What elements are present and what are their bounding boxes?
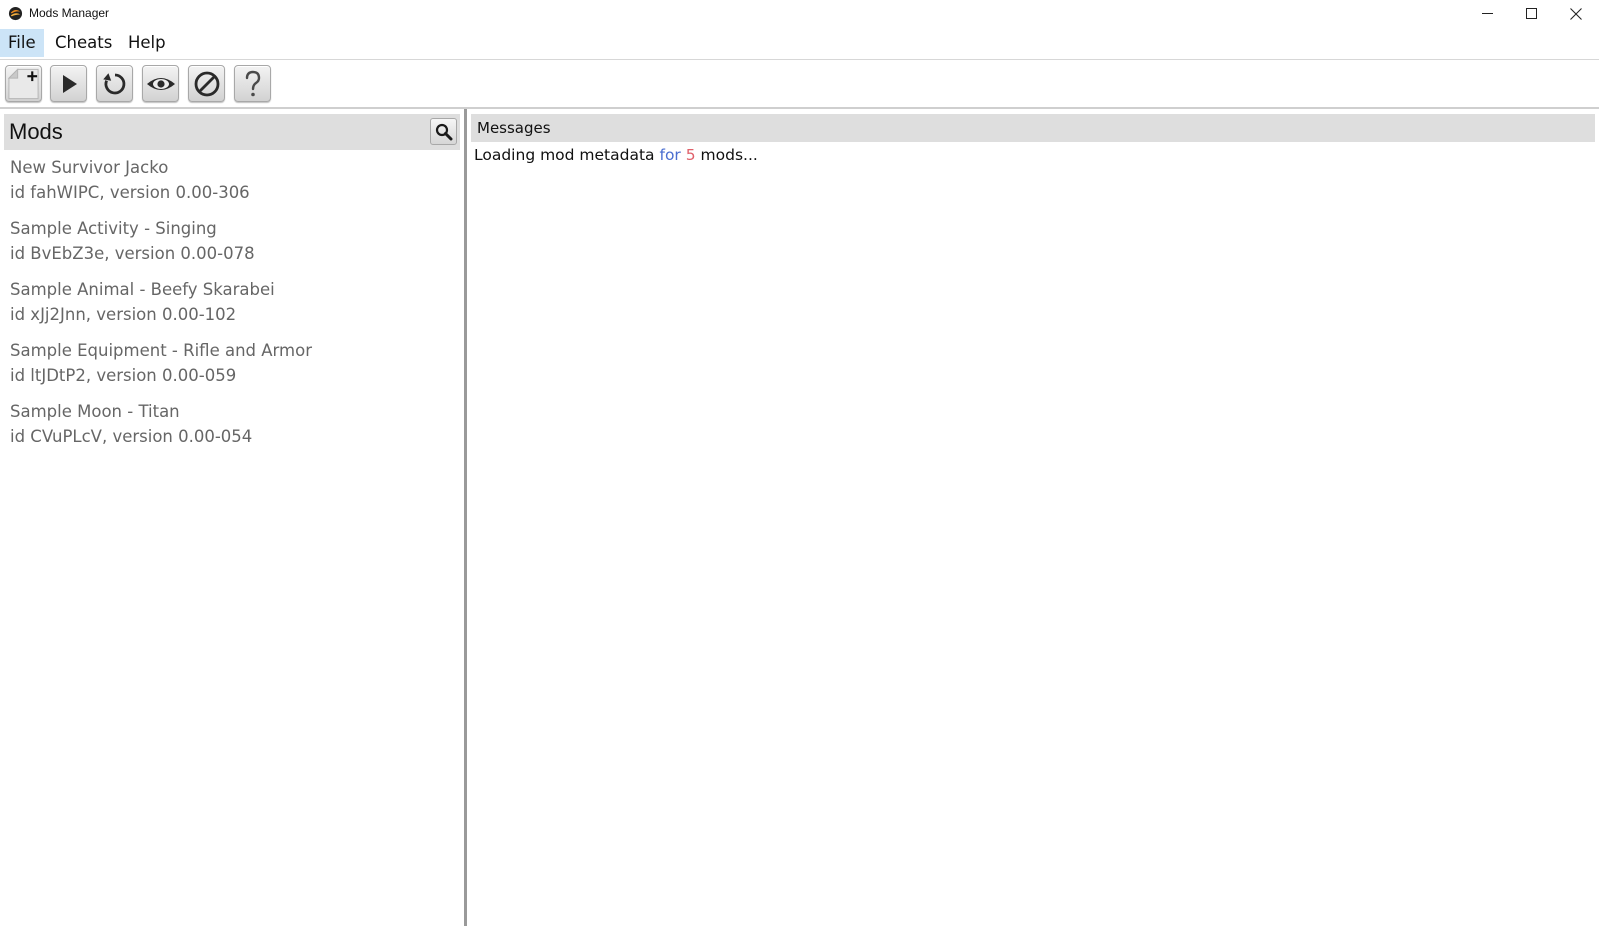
message-text-end: mods... xyxy=(695,146,758,164)
maximize-icon xyxy=(1525,8,1537,19)
eye-icon xyxy=(146,77,175,90)
mod-list-item[interactable]: New Survivor Jacko id fahWIPC, version 0… xyxy=(10,156,450,217)
mod-details: id CVuPLcV, version 0.00-054 xyxy=(10,426,253,446)
mod-list-item[interactable]: Sample Animal - Beefy Skarabei id xJj2Jn… xyxy=(10,278,450,339)
minimize-icon xyxy=(1481,13,1493,14)
messages-panel: Messages Loading mod metadata for 5 mods… xyxy=(467,109,1599,926)
menu-cheats[interactable]: Cheats xyxy=(47,29,120,57)
message-line: Loading mod metadata for 5 mods... xyxy=(474,145,758,165)
mods-panel: Mods New Survivor Jacko id fahWIPC, vers… xyxy=(0,109,464,926)
help-button[interactable] xyxy=(234,65,271,102)
reload-icon xyxy=(102,72,125,94)
message-count: 5 xyxy=(685,146,696,164)
mod-name: Sample Equipment - Rifle and Armor xyxy=(10,341,312,360)
mod-details: id fahWIPC, version 0.00-306 xyxy=(10,182,250,202)
mods-title: Mods xyxy=(9,119,63,144)
messages-header: Messages xyxy=(471,114,1595,142)
mod-name: Sample Moon - Titan xyxy=(10,402,180,421)
close-button[interactable] xyxy=(1553,0,1599,27)
maximize-button[interactable] xyxy=(1508,0,1554,27)
mod-list-item[interactable]: Sample Moon - Titan id CVuPLcV, version … xyxy=(10,400,450,461)
menu-file[interactable]: File xyxy=(0,29,44,57)
title-bar: Mods Manager xyxy=(0,0,1599,27)
mod-name: Sample Animal - Beefy Skarabei xyxy=(10,280,275,299)
app-logo-icon xyxy=(8,6,23,21)
mod-name: Sample Activity - Singing xyxy=(10,219,217,238)
close-icon xyxy=(1570,7,1582,20)
search-button[interactable] xyxy=(430,118,457,145)
reload-button[interactable] xyxy=(96,65,133,102)
mod-list-item[interactable]: Sample Activity - Singing id BvEbZ3e, ve… xyxy=(10,217,450,278)
messages-title: Messages xyxy=(477,119,551,137)
view-button[interactable] xyxy=(142,65,179,102)
menu-bar: File Cheats Help xyxy=(0,27,1599,60)
toolbar xyxy=(0,60,1599,109)
mod-list-item[interactable]: Sample Equipment - Rifle and Armor id lt… xyxy=(10,339,450,400)
message-keyword: for xyxy=(659,146,681,164)
magnifier-icon xyxy=(435,123,452,140)
window-title: Mods Manager xyxy=(29,6,110,20)
play-button[interactable] xyxy=(50,65,87,102)
disable-button[interactable] xyxy=(188,65,225,102)
message-text: Loading mod metadata xyxy=(474,146,660,164)
new-document-plus-icon xyxy=(7,67,39,99)
mod-name: New Survivor Jacko xyxy=(10,158,169,177)
play-icon xyxy=(62,74,77,93)
prohibited-icon xyxy=(194,71,219,96)
mod-list: New Survivor Jacko id fahWIPC, version 0… xyxy=(10,156,450,461)
mod-details: id BvEbZ3e, version 0.00-078 xyxy=(10,243,255,263)
mod-details: id xJj2Jnn, version 0.00-102 xyxy=(10,304,237,324)
mod-details: id ltJDtP2, version 0.00-059 xyxy=(10,365,237,385)
question-mark-icon xyxy=(245,70,260,96)
mods-header: Mods xyxy=(4,114,460,150)
minimize-button[interactable] xyxy=(1464,0,1510,27)
menu-help[interactable]: Help xyxy=(120,29,174,57)
new-mod-button[interactable] xyxy=(5,65,42,102)
